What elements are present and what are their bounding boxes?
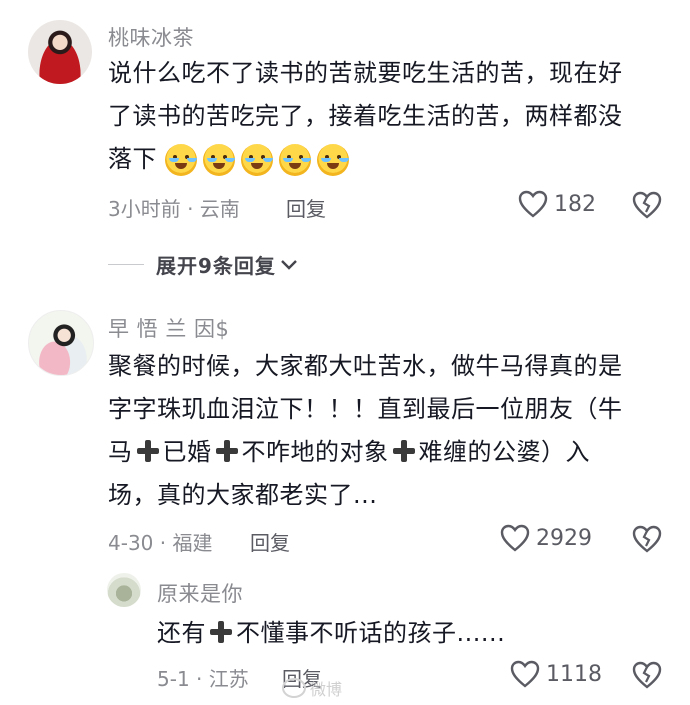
comment-line-text: 马 <box>108 438 133 466</box>
like-button[interactable]: 1118 <box>510 660 602 688</box>
watermark: 微博 <box>282 676 342 700</box>
username[interactable]: 桃味冰茶 <box>108 22 194 52</box>
comment-text: 说什么吃不了读书的苦就要吃生活的苦，现在好 了读书的苦吃完了，接着吃生活的苦，两… <box>108 52 623 181</box>
avatar[interactable] <box>107 573 141 607</box>
avatar[interactable] <box>28 310 94 376</box>
heart-outline-icon <box>518 190 548 218</box>
loudly-crying-emoji-icon <box>165 144 198 176</box>
dislike-button[interactable] <box>632 661 662 693</box>
loudly-crying-emoji-icon <box>317 144 350 176</box>
plus-emoji-icon <box>136 440 159 462</box>
comment-line: 马 已婚 不咋地的对象 难缠的公婆）入 <box>108 431 623 474</box>
like-count: 182 <box>554 191 596 217</box>
reply-button[interactable]: 回复 <box>250 527 290 556</box>
loudly-crying-emoji-icon <box>203 144 236 176</box>
comment-line-text: 难缠的公婆）入 <box>418 438 590 466</box>
heart-outline-icon <box>510 660 540 688</box>
time-location: 4-30 · 福建 <box>108 531 213 555</box>
comment-line: 了读书的苦吃完了，接着吃生活的苦，两样都没 <box>108 102 623 130</box>
comment-line: 字字珠玑血泪泣下！！！直到最后一位朋友（牛 <box>108 395 623 423</box>
like-button[interactable]: 182 <box>518 190 596 218</box>
plus-emoji-icon <box>215 440 238 462</box>
comment-line-last: 落下 <box>108 138 623 181</box>
time-location: 3小时前 · 云南 <box>108 197 240 221</box>
plus-emoji-icon <box>392 440 415 462</box>
username[interactable]: 早 悟 兰 因$ <box>108 313 229 343</box>
dislike-button[interactable] <box>632 525 662 557</box>
loudly-crying-emoji-icon <box>279 144 312 176</box>
avatar[interactable] <box>28 20 92 84</box>
comment-line-text: 落下 <box>108 145 157 173</box>
watermark-text: 微博 <box>310 680 343 699</box>
divider <box>108 264 144 265</box>
comment-line: 场，真的大家都老实了... <box>108 481 378 509</box>
broken-heart-icon <box>632 661 662 689</box>
expand-replies-button[interactable]: 展开9条回复 <box>108 250 298 279</box>
comment-text: 还有 不懂事不听话的孩子...... <box>157 612 505 655</box>
heart-outline-icon <box>500 524 530 552</box>
dislike-button[interactable] <box>632 191 662 223</box>
chevron-down-icon <box>281 259 297 270</box>
broken-heart-icon <box>632 525 662 553</box>
like-count: 1118 <box>546 661 602 687</box>
comment-text: 聚餐的时候，大家都大吐苦水，做牛马得真的是 字字珠玑血泪泣下！！！直到最后一位朋… <box>108 345 623 517</box>
loudly-crying-emoji-icon <box>241 144 274 176</box>
comment-line-text: 不咋地的对象 <box>241 438 389 466</box>
username[interactable]: 原来是你 <box>157 578 243 608</box>
comment-line: 还有 不懂事不听话的孩子...... <box>157 612 505 655</box>
like-button[interactable]: 2929 <box>500 524 592 552</box>
weibo-logo-icon <box>282 678 306 698</box>
comment-line-text: 还有 <box>157 619 206 647</box>
expand-replies-label: 展开9条回复 <box>156 254 276 278</box>
comment-line: 聚餐的时候，大家都大吐苦水，做牛马得真的是 <box>108 352 623 380</box>
comment-line-text: 已婚 <box>162 438 212 466</box>
comment-line: 说什么吃不了读书的苦就要吃生活的苦，现在好 <box>108 59 623 87</box>
plus-emoji-icon <box>210 621 232 643</box>
time-location: 5-1 · 江苏 <box>157 667 249 691</box>
like-count: 2929 <box>536 525 592 551</box>
broken-heart-icon <box>632 191 662 219</box>
reply-button[interactable]: 回复 <box>286 193 326 222</box>
comment-line-text: 不懂事不听话的孩子...... <box>236 619 506 647</box>
